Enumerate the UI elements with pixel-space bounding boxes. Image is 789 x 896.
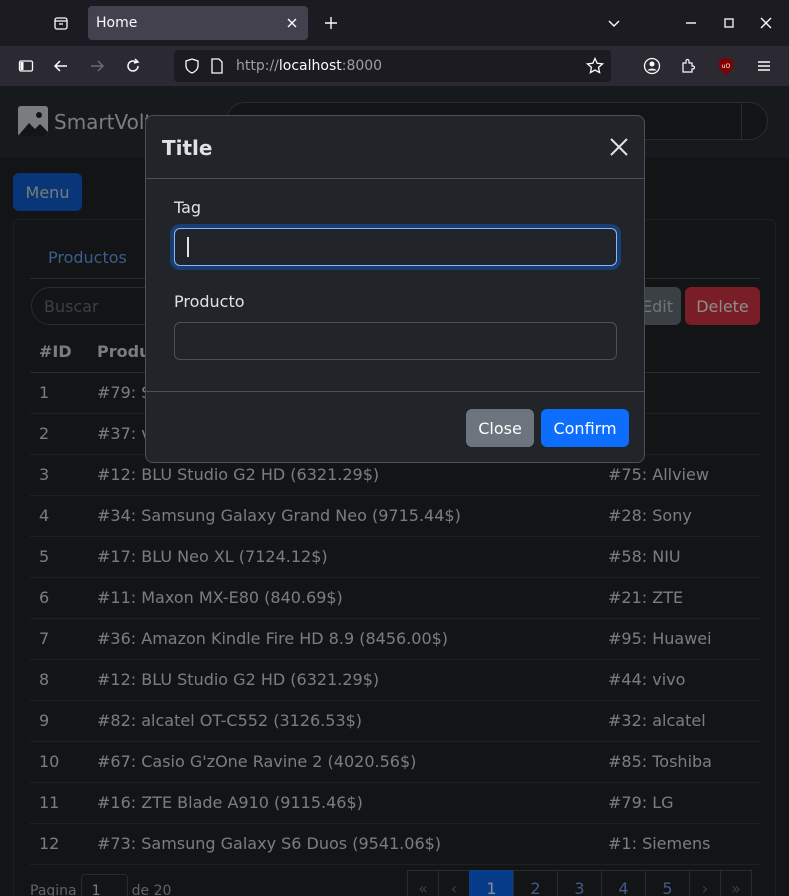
url-scheme: http:// [236, 58, 279, 74]
confirm-button[interactable]: Confirm [541, 409, 629, 447]
modal-footer-divider [146, 391, 644, 392]
tag-label: Tag [174, 198, 202, 217]
shield-icon[interactable] [184, 58, 200, 78]
new-tab-icon[interactable] [318, 10, 344, 36]
edit-modal: Title Tag Producto Close Confirm [145, 115, 645, 463]
producto-select[interactable] [174, 322, 617, 360]
svg-text:uO: uO [722, 63, 731, 70]
url-host: localhost [278, 58, 342, 74]
ublock-icon[interactable]: uO [713, 53, 739, 79]
url-text[interactable]: http://localhost:8000 [236, 58, 382, 74]
producto-label: Producto [174, 292, 245, 311]
browser-tab[interactable]: Home [88, 6, 308, 40]
url-bar[interactable]: http://localhost:8000 [174, 50, 611, 82]
bookmark-star-icon[interactable] [585, 56, 605, 79]
close-icon[interactable] [608, 136, 630, 158]
tag-input[interactable] [174, 228, 617, 266]
reload-icon[interactable] [120, 53, 146, 79]
maximize-icon[interactable] [716, 10, 742, 36]
account-icon[interactable] [639, 53, 665, 79]
tab-list-chevron-icon[interactable] [601, 10, 627, 36]
minimize-icon[interactable] [678, 10, 704, 36]
browser-tab-title: Home [96, 15, 138, 31]
browser-toolbar: http://localhost:8000 uO [0, 46, 789, 86]
close-tab-icon[interactable] [284, 15, 300, 31]
sidebar-icon[interactable] [13, 53, 39, 79]
browser-tab-bar: Home [0, 0, 789, 46]
extensions-icon[interactable] [675, 53, 701, 79]
page-icon[interactable] [210, 58, 224, 78]
modal-title: Title [162, 136, 213, 160]
back-arrow-icon[interactable] [48, 53, 74, 79]
close-window-icon[interactable] [753, 10, 779, 36]
forward-arrow-icon[interactable] [84, 53, 110, 79]
hamburger-menu-icon[interactable] [751, 53, 777, 79]
url-port: :8000 [341, 58, 383, 74]
text-caret [187, 237, 189, 257]
modal-header: Title [146, 116, 644, 179]
tab-overview-icon[interactable] [44, 8, 78, 38]
close-button[interactable]: Close [466, 409, 534, 447]
